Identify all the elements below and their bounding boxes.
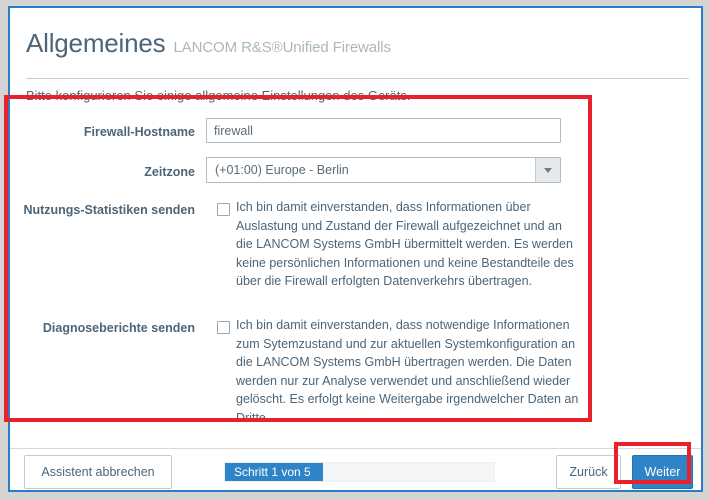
usage-statistics-label: Nutzungs-Statistiken senden: [23, 203, 195, 217]
general-settings-form: Firewall-Hostname Zeitzone (+01:00) Euro…: [10, 108, 701, 426]
form-row-timezone: Zeitzone (+01:00) Europe - Berlin: [10, 152, 701, 198]
timezone-label: Zeitzone: [144, 165, 195, 179]
diagnostic-reports-consent-text: Ich bin damit einverstanden, dass notwen…: [236, 318, 579, 425]
usage-statistics-consent-text: Ich bin damit einverstanden, dass Inform…: [236, 200, 574, 288]
back-button[interactable]: Zurück: [556, 455, 621, 489]
form-row-diagnostic-reports: Diagnoseberichte senden Ich bin damit ei…: [10, 316, 701, 426]
usage-statistics-checkbox[interactable]: [217, 203, 230, 216]
timezone-select[interactable]: (+01:00) Europe - Berlin: [206, 157, 561, 183]
progress-fill: Schritt 1 von 5: [225, 463, 324, 481]
cancel-wizard-button[interactable]: Assistent abbrechen: [24, 455, 172, 489]
wizard-progress-bar: Schritt 1 von 5: [224, 462, 495, 482]
chevron-down-icon[interactable]: [535, 158, 560, 182]
diagnostic-reports-label: Diagnoseberichte senden: [42, 321, 195, 335]
form-row-usage-statistics: Nutzungs-Statistiken senden Ich bin dami…: [10, 198, 701, 316]
intro-text: Bitte konfigurieren Sie einige allgemein…: [26, 88, 411, 103]
hostname-input[interactable]: [206, 118, 561, 143]
page-title-row: Allgemeines LANCOM R&S®Unified Firewalls: [26, 28, 391, 59]
wizard-header: Allgemeines LANCOM R&S®Unified Firewalls …: [10, 8, 701, 103]
header-divider: [26, 78, 689, 79]
page-subtitle: LANCOM R&S®Unified Firewalls: [173, 39, 391, 56]
page-title: Allgemeines: [26, 28, 166, 58]
wizard-window: Allgemeines LANCOM R&S®Unified Firewalls …: [8, 6, 703, 492]
form-row-hostname: Firewall-Hostname: [10, 108, 701, 152]
wizard-footer: Assistent abbrechen Schritt 1 von 5 Zurü…: [10, 444, 701, 490]
timezone-selected-value: (+01:00) Europe - Berlin: [215, 163, 349, 177]
progress-label: Schritt 1 von 5: [234, 465, 311, 479]
next-button[interactable]: Weiter: [632, 455, 693, 489]
hostname-label: Firewall-Hostname: [83, 125, 195, 139]
diagnostic-reports-checkbox[interactable]: [217, 321, 230, 334]
